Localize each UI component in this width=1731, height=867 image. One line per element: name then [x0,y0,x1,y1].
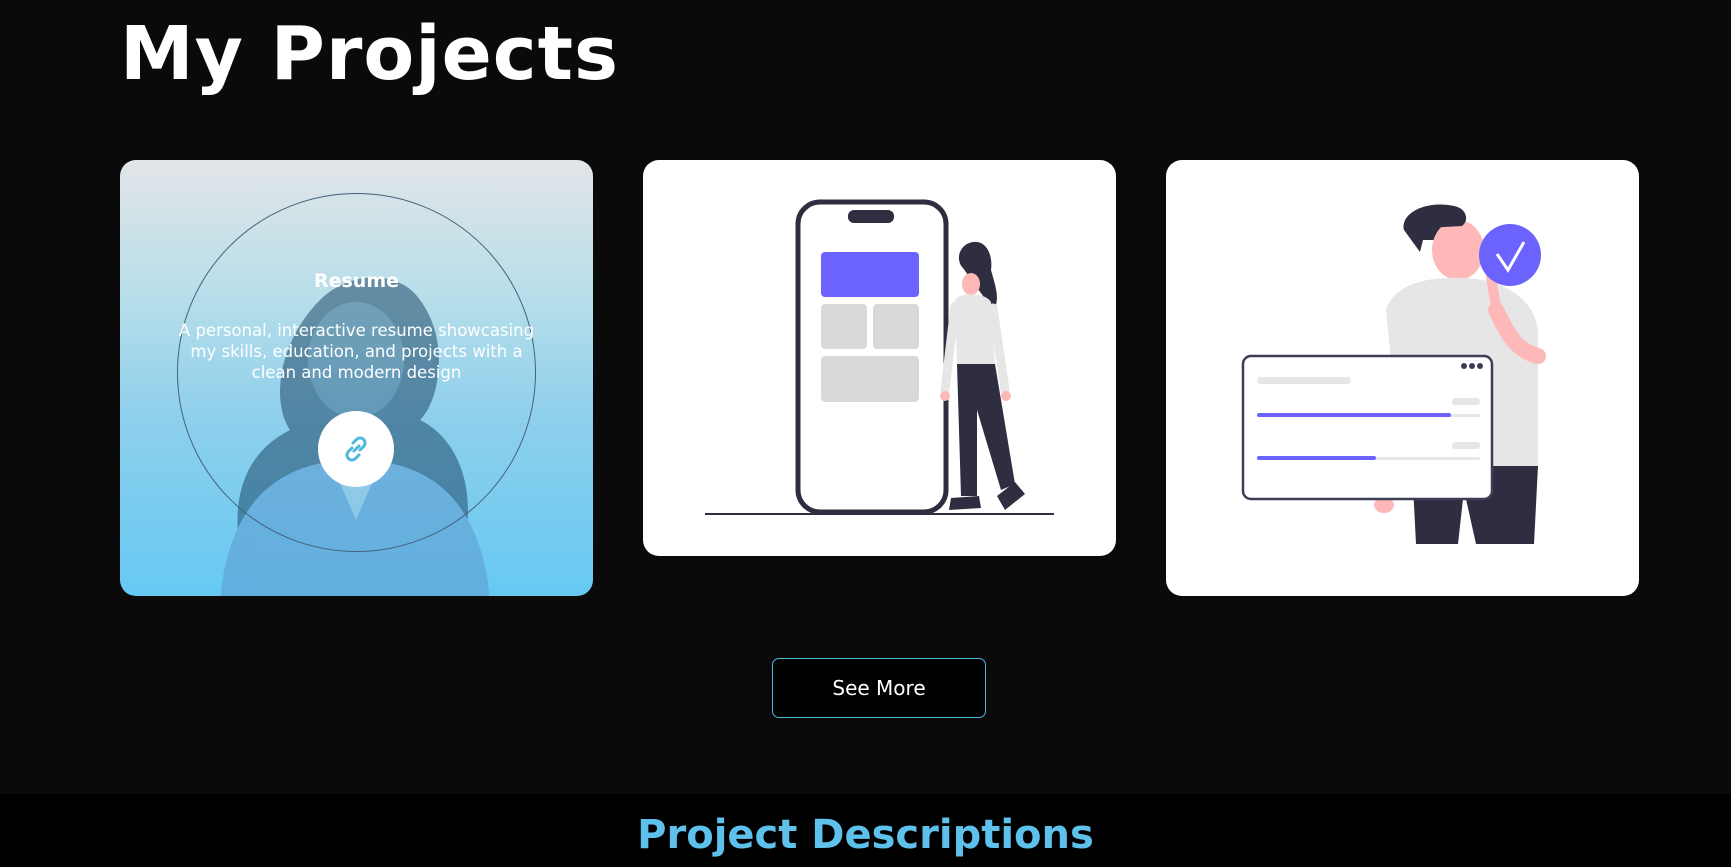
project-card-2[interactable] [643,160,1116,556]
woman-with-phone-illustration [705,199,1054,515]
project-title: Resume [313,270,400,292]
man-with-checkmark-dashboard-illustration [1241,204,1546,544]
project-card-3[interactable] [1166,160,1639,596]
section-heading: Project Descriptions [637,812,1094,858]
page-title: My Projects [120,11,620,97]
project-card-resume[interactable]: Resume A personal, interactive resume sh… [120,160,593,596]
link-icon [345,436,367,462]
project-descriptions-section: Project Descriptions [0,794,1731,867]
project-description: A personal, interactive resume showcasin… [178,321,535,382]
see-more-button[interactable]: See More [772,658,986,718]
project-link-button[interactable] [318,411,394,487]
